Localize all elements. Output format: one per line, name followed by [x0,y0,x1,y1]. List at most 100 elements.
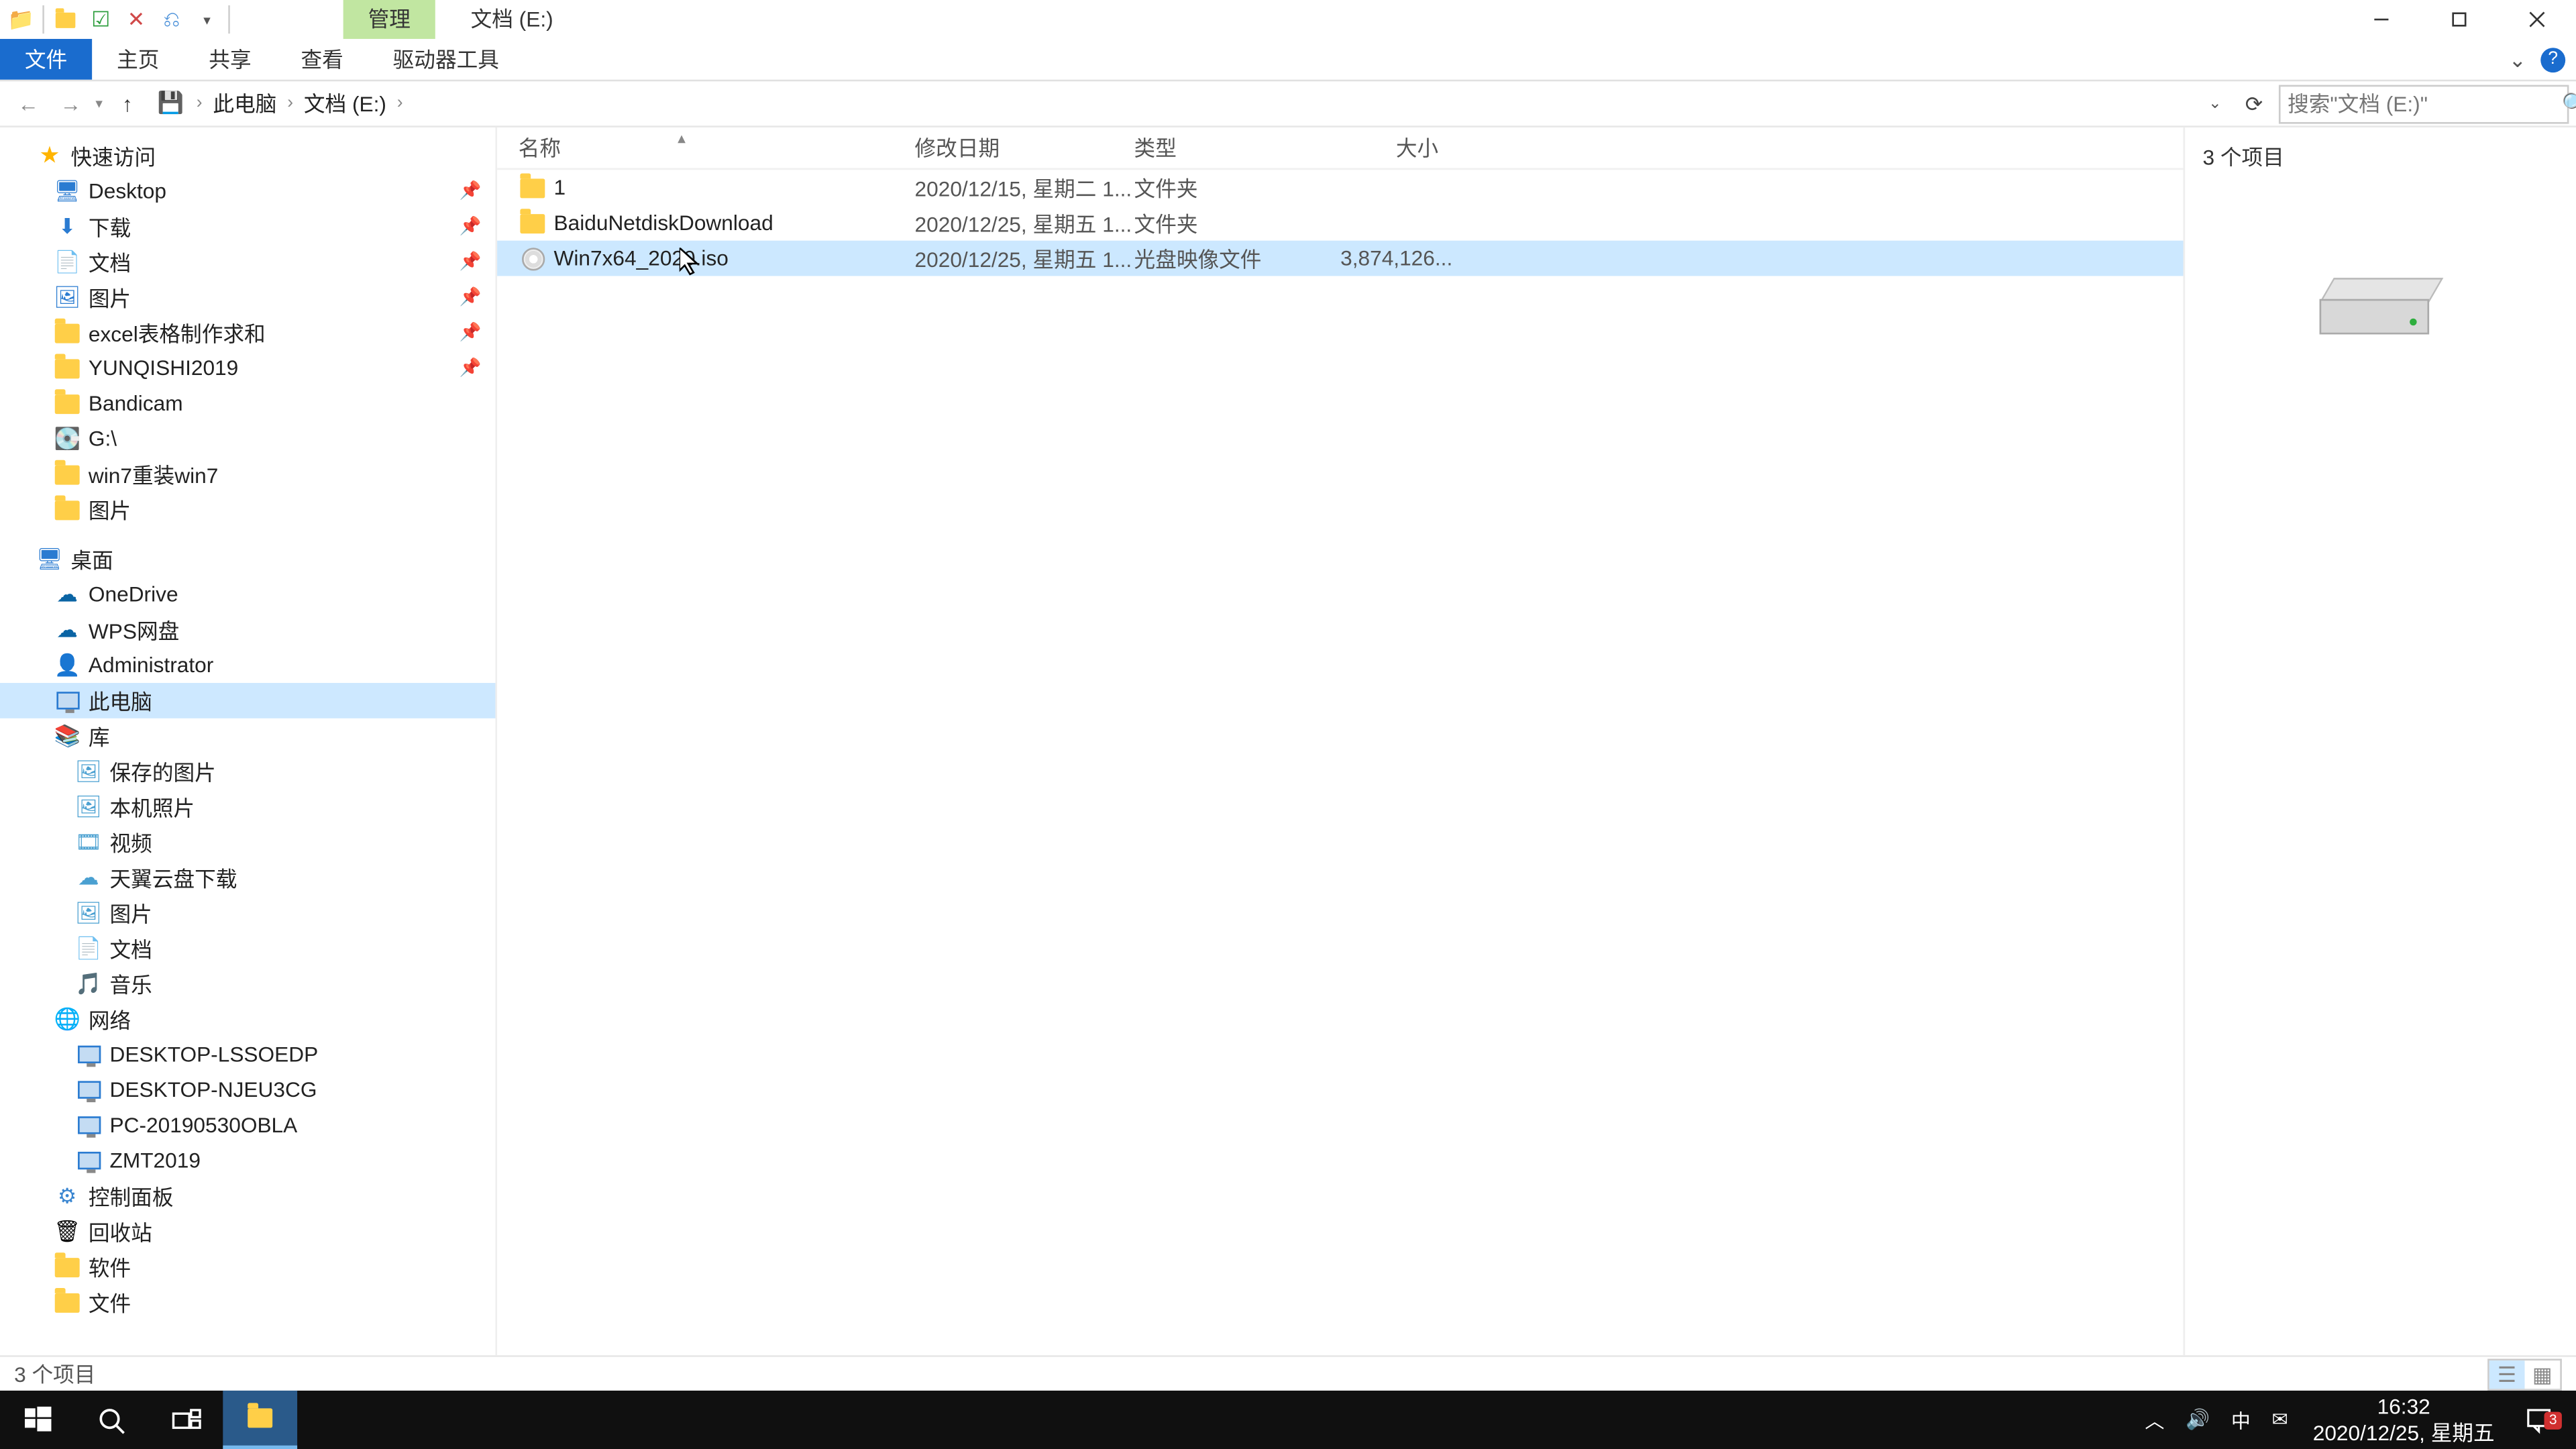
close-button[interactable] [2498,0,2576,39]
task-view-button[interactable] [149,1391,223,1449]
breadcrumb[interactable]: 💾 › 此电脑 › 文档 (E:) › [149,84,2198,123]
file-list[interactable]: 1 2020/12/15, 星期二 1... 文件夹 BaiduNetdiskD… [497,170,2183,1364]
nav-excel-folder[interactable]: excel表格制作求和📌 [0,315,495,350]
search-button[interactable] [74,1391,149,1449]
nav-recycle-bin[interactable]: 🗑回收站 [0,1214,495,1249]
nav-bandicam[interactable]: Bandicam [0,386,495,421]
tab-share[interactable]: 共享 [184,39,276,80]
nav-libraries[interactable]: 📚库 [0,718,495,754]
contextual-tab-manage[interactable]: 管理 [343,0,435,39]
column-size[interactable]: 大小 [1311,133,1452,163]
tab-home[interactable]: 主页 [92,39,184,80]
qat-dropdown-icon[interactable]: ▾ [189,2,225,38]
app-icon[interactable]: 📁 [3,2,39,38]
nav-pc2[interactable]: DESKTOP-NJEU3CG [0,1072,495,1108]
forward-button[interactable]: → [50,83,92,125]
breadcrumb-drive[interactable]: 文档 (E:) [297,89,393,119]
nav-yunqishi[interactable]: YUNQISHI2019📌 [0,350,495,386]
nav-documents[interactable]: 📄文档📌 [0,244,495,280]
nav-downloads[interactable]: ⬇下载📌 [0,209,495,244]
nav-videos[interactable]: 🎞视频 [0,824,495,860]
help-icon[interactable]: ? [2540,47,2565,72]
chevron-right-icon[interactable]: › [284,94,297,113]
nav-pc4[interactable]: ZMT2019 [0,1143,495,1179]
nav-pictures2[interactable]: 图片 [0,492,495,527]
nav-lib-pictures[interactable]: 🖼图片 [0,896,495,931]
nav-administrator[interactable]: 👤Administrator [0,647,495,683]
file-row[interactable]: BaiduNetdiskDownload 2020/12/25, 星期五 1..… [497,205,2183,241]
drive-image-icon [2318,278,2443,345]
nav-gdrive[interactable]: 💽G:\ [0,421,495,457]
mail-icon[interactable]: ✉ [2261,1391,2299,1449]
icons-view-button[interactable]: ▦ [2525,1360,2561,1388]
nav-desktop-group[interactable]: 🖥桌面 [0,541,495,577]
tab-drive-tools[interactable]: 驱动器工具 [368,39,524,80]
search-input[interactable] [2288,91,2562,116]
nav-lib-documents[interactable]: 📄文档 [0,930,495,966]
qat-undo-icon[interactable]: ⎌ [154,2,189,38]
qat-properties-icon[interactable] [48,2,83,38]
nav-control-panel[interactable]: ⚙控制面板 [0,1178,495,1214]
search-box[interactable]: 🔍 [2279,84,2569,123]
nav-network[interactable]: 🌐网络 [0,1002,495,1037]
nav-pc1[interactable]: DESKTOP-LSSOEDP [0,1036,495,1072]
folder-icon [53,319,81,347]
nav-tianyi[interactable]: ☁天翼云盘下载 [0,860,495,896]
qat-checkbox-icon[interactable]: ☑ [83,2,119,38]
tab-file[interactable]: 文件 [0,39,92,80]
tab-view[interactable]: 查看 [276,39,368,80]
nav-pictures[interactable]: 🖼图片📌 [0,280,495,315]
refresh-button[interactable]: ⟳ [2233,83,2275,125]
volume-icon[interactable]: 🔊 [2175,1391,2220,1449]
nav-saved-pictures[interactable]: 🖼保存的图片 [0,754,495,790]
window-title: 文档 (E:) [446,0,578,39]
drive-icon: 💾 [158,89,186,117]
file-row[interactable]: Win7x64_2020.iso 2020/12/25, 星期五 1... 光盘… [497,241,2183,276]
chevron-right-icon[interactable]: › [193,94,206,113]
folder-icon [519,173,547,201]
chevron-right-icon[interactable]: › [394,94,407,113]
file-date: 2020/12/25, 星期五 1... [915,244,1134,274]
nav-camera-roll[interactable]: 🖼本机照片 [0,789,495,824]
music-icon: 🎵 [74,969,103,998]
control-panel-icon: ⚙ [53,1182,81,1210]
breadcrumb-this-pc[interactable]: 此电脑 [206,89,284,119]
nav-software[interactable]: 软件 [0,1249,495,1285]
maximize-button[interactable] [2420,0,2498,39]
action-center-button[interactable]: 3 [2509,1405,2569,1434]
search-icon[interactable]: 🔍 [2562,91,2576,116]
up-button[interactable]: ↑ [106,83,148,125]
nav-win7-folder[interactable]: win7重装win7 [0,456,495,492]
nav-onedrive[interactable]: ☁OneDrive [0,577,495,612]
clock[interactable]: 16:32 2020/12/25, 星期五 [2299,1395,2509,1446]
tray-overflow-icon[interactable]: ︿ [2135,1391,2176,1449]
expand-ribbon-icon[interactable]: ⌄ [2509,47,2527,72]
ime-indicator[interactable]: 中 [2220,1391,2261,1449]
nav-pc3[interactable]: PC-20190530OBLA [0,1108,495,1143]
column-date[interactable]: 修改日期 [915,133,1134,163]
nav-files[interactable]: 文件 [0,1285,495,1320]
file-row[interactable]: 1 2020/12/15, 星期二 1... 文件夹 [497,170,2183,205]
details-view-button[interactable]: ☰ [2489,1360,2525,1388]
back-button[interactable]: ← [7,83,50,125]
nav-lib-music[interactable]: 🎵音乐 [0,966,495,1002]
pictures-icon: 🖼 [53,283,81,311]
column-name[interactable]: 名称▴ [519,133,915,163]
file-type: 文件夹 [1134,172,1311,203]
history-dropdown-icon[interactable]: ▾ [95,95,103,111]
address-dropdown-icon[interactable]: ⌄ [2198,94,2233,113]
nav-wps[interactable]: ☁WPS网盘 [0,612,495,648]
minimize-button[interactable] [2343,0,2420,39]
nav-this-pc[interactable]: 此电脑 [0,683,495,718]
nav-desktop[interactable]: 🖥Desktop📌 [0,173,495,209]
qat-delete-icon[interactable]: ✕ [119,2,154,38]
nav-quick-access[interactable]: ★快速访问 [0,138,495,174]
taskbar-explorer[interactable] [223,1391,297,1449]
column-type[interactable]: 类型 [1134,133,1311,163]
folder-icon [248,1408,272,1428]
start-button[interactable] [0,1391,74,1449]
folder-icon [53,354,81,382]
pin-icon: 📌 [460,288,482,307]
file-type: 文件夹 [1134,208,1311,238]
pc-icon [74,1076,103,1104]
